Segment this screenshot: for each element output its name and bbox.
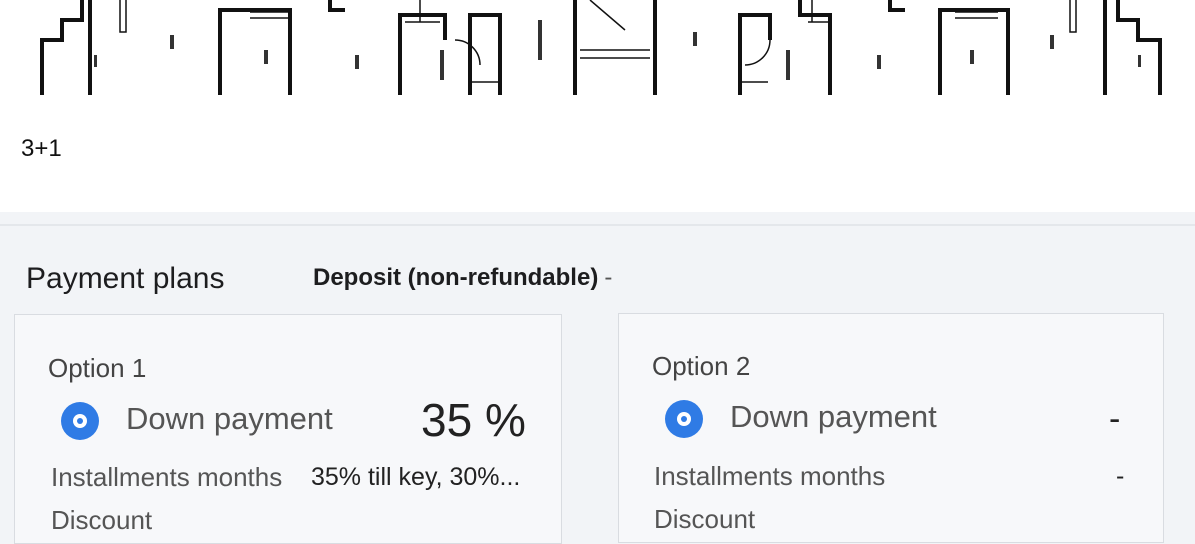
payment-plans-title: Payment plans — [26, 262, 225, 295]
option-title: Option 1 — [48, 353, 147, 383]
down-payment-label: Down payment — [730, 399, 937, 434]
down-payment-label: Down payment — [126, 401, 333, 436]
deposit-info: Deposit (non-refundable) - — [313, 264, 612, 292]
installments-value: - — [1116, 462, 1125, 490]
installments-value: 35% till key, 30%... — [311, 463, 521, 491]
section-divider — [0, 224, 1195, 226]
payment-option-card-1[interactable]: Option 1 Down payment 35 % Installments … — [14, 314, 562, 544]
payment-option-card-2[interactable]: Option 2 Down payment - Installments mon… — [618, 313, 1164, 543]
installments-label: Installments months — [654, 461, 886, 491]
discount-label: Discount — [654, 504, 756, 534]
floor-plan-image — [0, 0, 1195, 95]
down-payment-value: - — [1109, 400, 1121, 438]
deposit-label: Deposit (non-refundable) — [313, 264, 599, 291]
deposit-value: - — [604, 264, 613, 291]
unit-type-label: 3+1 — [21, 135, 62, 162]
option-title: Option 2 — [652, 351, 751, 381]
radio-selected-icon[interactable] — [665, 400, 703, 438]
installments-label: Installments months — [51, 462, 283, 492]
down-payment-value: 35 % — [421, 394, 526, 446]
radio-selected-icon[interactable] — [61, 402, 99, 440]
unit-card: 3+1 — [0, 0, 1195, 212]
discount-label: Discount — [51, 505, 153, 535]
